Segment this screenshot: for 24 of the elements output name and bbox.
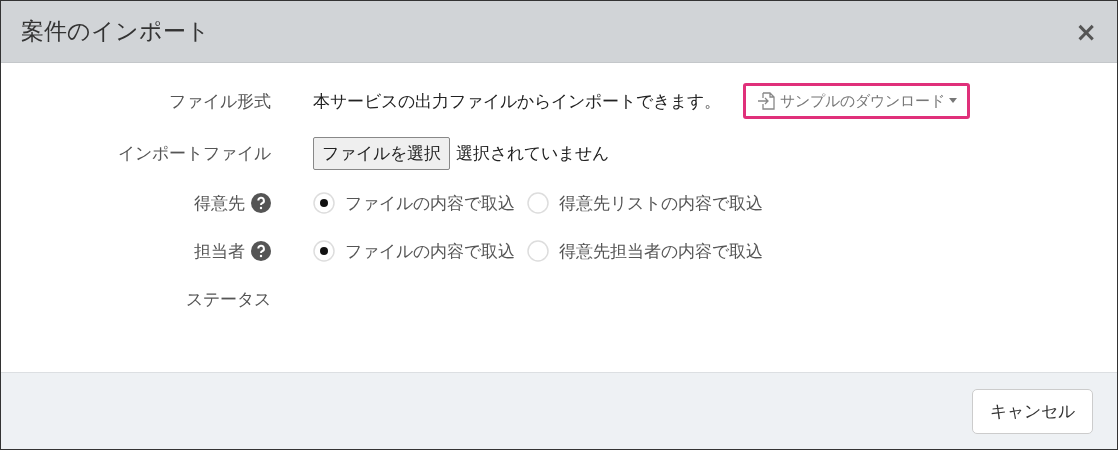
help-icon[interactable] xyxy=(251,241,271,261)
field-label: ファイル形式 xyxy=(169,89,271,113)
field-label: 担当者 xyxy=(194,239,245,263)
cancel-button[interactable]: キャンセル xyxy=(972,388,1093,434)
field-label: ステータス xyxy=(186,287,271,311)
radio-button[interactable] xyxy=(527,240,549,262)
radio-label[interactable]: ファイルの内容で取込 xyxy=(345,239,515,263)
choose-file-button[interactable]: ファイルを選択 xyxy=(313,136,450,170)
radio-button[interactable] xyxy=(313,240,335,262)
file-status: 選択されていません xyxy=(456,141,609,165)
radio-label[interactable]: 得意先担当者の内容で取込 xyxy=(559,239,763,263)
field-label: 得意先 xyxy=(194,191,245,215)
radio-button[interactable] xyxy=(313,192,335,214)
file-import-icon xyxy=(756,91,776,111)
field-label: インポートファイル xyxy=(118,141,271,165)
radio-label[interactable]: 得意先リストの内容で取込 xyxy=(559,191,763,215)
caret-icon xyxy=(949,98,957,104)
radio-label[interactable]: ファイルの内容で取込 xyxy=(345,191,515,215)
download-sample-button[interactable]: サンプルのダウンロード xyxy=(743,83,970,119)
radio-button[interactable] xyxy=(527,192,549,214)
help-icon[interactable] xyxy=(251,193,271,213)
dialog-title: 案件のインポート xyxy=(21,17,210,46)
close-button[interactable]: × xyxy=(1075,16,1097,47)
format-description: 本サービスの出力ファイルからインポートできます。 xyxy=(313,89,721,113)
